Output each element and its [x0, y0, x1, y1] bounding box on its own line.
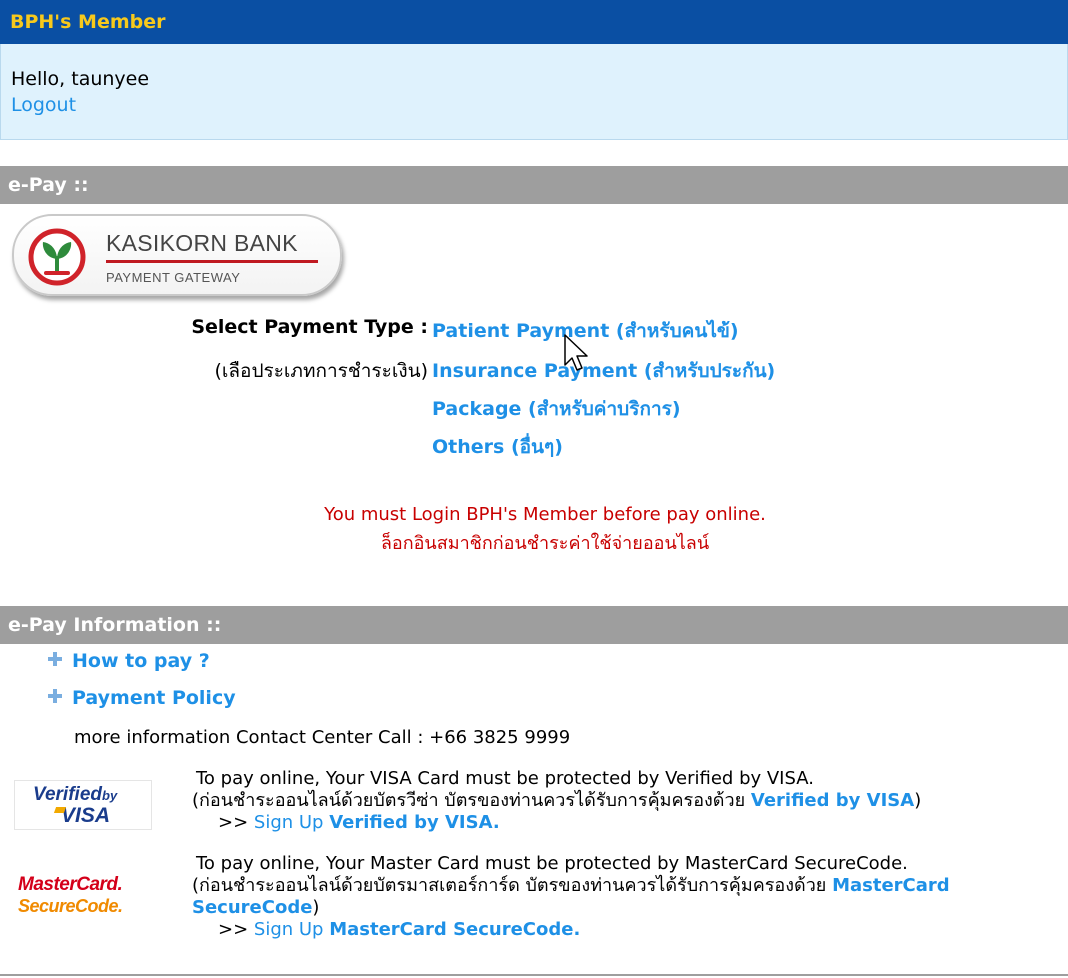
payment-policy-link[interactable]: Payment Policy	[48, 687, 236, 709]
mastercard-info: To pay online, Your Master Card must be …	[192, 853, 950, 941]
login-warning-en: You must Login BPH's Member before pay o…	[324, 504, 766, 525]
bank-logo-divider	[106, 260, 318, 263]
plus-icon	[48, 652, 62, 666]
mastercard-link-part-2[interactable]: SecureCode	[192, 897, 312, 918]
mastercard-line-3-close: )	[312, 897, 320, 918]
visa-line-2-text: (ก่อนชำระออนไลน์ด้วยบัตรวีซ่า บัตรของท่า…	[192, 790, 751, 811]
mastercard-logo-text: MasterCard.	[18, 874, 123, 895]
select-payment-type-label-thai: (เลือประเภทการชำระเงิน)	[214, 360, 429, 382]
visa-info: To pay online, Your VISA Card must be pr…	[192, 768, 921, 834]
securecode-logo-text: SecureCode.	[18, 896, 123, 916]
visa-signup-bold-link[interactable]: Verified by VISA.	[329, 812, 499, 833]
greeting-text: Hello, taunyee	[11, 68, 150, 90]
verified-by-visa-logo: Verifiedby VISA	[14, 780, 152, 830]
mastercard-signup-bold-link[interactable]: MasterCard SecureCode.	[329, 919, 580, 940]
visa-signup-link[interactable]: Sign Up	[254, 812, 324, 833]
kasikorn-bank-badge: KASIKORN BANK PAYMENT GATEWAY	[12, 214, 342, 296]
visa-logo-by: by	[102, 788, 118, 803]
mouse-cursor-icon	[564, 334, 588, 371]
payment-type-others[interactable]: Others (อื่นๆ)	[432, 432, 563, 462]
epay-section-title: e-Pay ::	[0, 166, 1068, 204]
visa-line-2-close: )	[914, 790, 922, 811]
how-to-pay-link[interactable]: How to pay ?	[48, 650, 210, 672]
contact-info: more information Contact Center Call : +…	[74, 727, 571, 748]
kasikorn-logo-icon	[28, 228, 86, 286]
payment-type-package[interactable]: Package (สำหรับค่าบริการ)	[432, 394, 681, 424]
visa-line-1: To pay online, Your VISA Card must be pr…	[196, 768, 814, 789]
mastercard-line-1: To pay online, Your Master Card must be …	[196, 853, 908, 874]
mastercard-signup-link[interactable]: Sign Up	[254, 919, 324, 940]
select-payment-type-label: Select Payment Type :	[191, 316, 428, 338]
visa-logo-visa: VISA	[61, 804, 111, 827]
bank-subtitle: PAYMENT GATEWAY	[106, 270, 241, 285]
member-header: BPH's Member	[0, 0, 1068, 44]
epay-information-title: e-Pay Information ::	[0, 606, 1068, 644]
bank-name: KASIKORN BANK	[106, 230, 298, 256]
visa-logo-verified: Verified	[33, 784, 102, 805]
mastercard-securecode-logo: MasterCard. SecureCode.	[14, 868, 142, 932]
mastercard-link-part-1[interactable]: MasterCard	[832, 875, 950, 896]
logout-link[interactable]: Logout	[11, 94, 76, 116]
mastercard-signup-prefix: >>	[218, 919, 254, 940]
mastercard-line-2-text: (ก่อนชำระออนไลน์ด้วยบัตรมาสเตอร์การ์ด บั…	[192, 875, 833, 896]
payment-policy-label: Payment Policy	[72, 687, 236, 709]
login-warning-th: ล็อกอินสมาชิกก่อนชำระค่าใช้จ่ายออนไลน์	[380, 533, 710, 554]
how-to-pay-label: How to pay ?	[72, 650, 210, 672]
visa-signup-prefix: >>	[218, 812, 254, 833]
plus-icon	[48, 689, 62, 703]
verified-by-visa-link[interactable]: Verified by VISA	[751, 790, 914, 811]
bottom-divider	[0, 974, 1068, 976]
kasikorn-bank-logo: KASIKORN BANK PAYMENT GATEWAY	[8, 210, 346, 304]
payment-type-insurance[interactable]: Insurance Payment (สำหรับประกัน)	[432, 356, 775, 386]
member-panel: Hello, taunyee Logout	[0, 44, 1068, 140]
